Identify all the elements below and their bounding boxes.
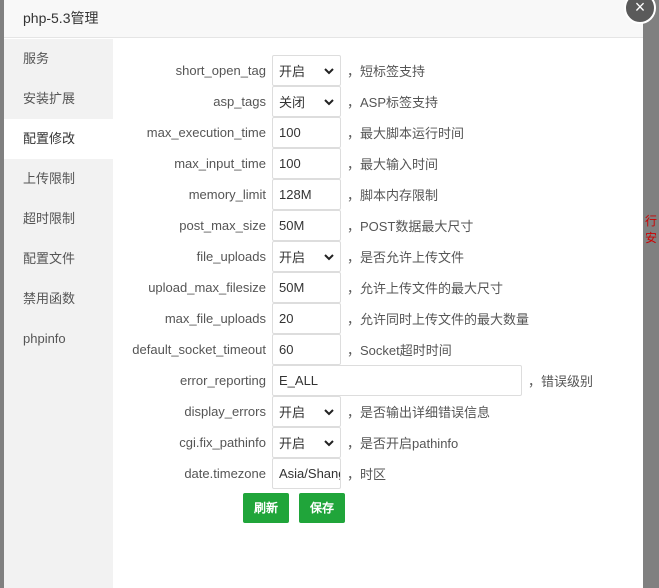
setting-description: ，Socket超时时间 [347,343,452,358]
setting-label: default_socket_timeout [132,342,266,357]
dialog-title: php-5.3管理 [4,0,643,38]
save-button[interactable]: 保存 [299,493,345,523]
chevron-down-icon [324,68,334,75]
setting-description: ，是否允许上传文件 [347,250,465,265]
sidebar-nav: 服务 安装扩展 配置修改 上传限制 超时限制 配置文件 禁用函数 phpinfo [4,39,113,588]
background-warning-text: 行安 [645,214,658,245]
display-errors-select[interactable]: 开启 [272,396,341,427]
background-page-right [643,0,659,588]
max-file-uploads-input[interactable]: 20 [272,303,341,334]
sidebar-item-timeout-limit[interactable]: 超时限制 [4,199,113,239]
php-manage-dialog: php-5.3管理 服务 安装扩展 配置修改 上传限制 超时限制 配置文件 禁用… [4,0,643,588]
setting-label: max_file_uploads [164,311,266,326]
setting-description: ，POST数据最大尺寸 [347,219,474,234]
chevron-down-icon [324,99,334,106]
upload-max-filesize-input[interactable]: 50M [272,272,341,303]
setting-description: ，脚本内存限制 [347,188,439,203]
sidebar-item-install-extension[interactable]: 安装扩展 [4,79,113,119]
error-reporting-input[interactable]: E_ALL [272,365,522,396]
setting-row: cgi.fix_pathinfo 开启 ，是否开启pathinfo [113,427,458,458]
chevron-down-icon [324,254,334,261]
setting-label: asp_tags [213,94,266,109]
asp-tags-select[interactable]: 关闭 [272,86,341,117]
sidebar-item-config-edit[interactable]: 配置修改 [4,119,113,159]
setting-row: date.timezone Asia/Shanghai ，时区 [113,458,386,489]
sidebar-item-service[interactable]: 服务 [4,39,113,79]
max-input-time-input[interactable]: 100 [272,148,341,179]
setting-description: ，最大输入时间 [347,157,439,172]
file-uploads-select[interactable]: 开启 [272,241,341,272]
setting-description: ，允许同时上传文件的最大数量 [347,312,530,327]
setting-description: ，允许上传文件的最大尺寸 [347,281,504,296]
refresh-button[interactable]: 刷新 [243,493,289,523]
setting-description: ，ASP标签支持 [347,95,439,110]
setting-description: ，时区 [347,467,387,482]
select-value: 开启 [279,250,306,265]
setting-label: max_input_time [174,156,266,171]
setting-row: short_open_tag 开启 ，短标签支持 [113,55,425,86]
date-timezone-input[interactable]: Asia/Shanghai [272,458,341,489]
setting-label: post_max_size [179,218,266,233]
setting-row: max_input_time 100 ，最大输入时间 [113,148,438,179]
setting-row: default_socket_timeout 60 ，Socket超时时间 [113,334,452,365]
short-open-tag-select[interactable]: 开启 [272,55,341,86]
setting-label: upload_max_filesize [148,280,266,295]
setting-label: cgi.fix_pathinfo [179,435,266,450]
select-value: 开启 [279,64,306,79]
cgi-fix-pathinfo-select[interactable]: 开启 [272,427,341,458]
sidebar-item-upload-limit[interactable]: 上传限制 [4,159,113,199]
setting-description: ，是否输出详细错误信息 [347,405,491,420]
setting-description: ，最大脚本运行时间 [347,126,465,141]
sidebar-item-disabled-functions[interactable]: 禁用函数 [4,279,113,319]
setting-label: max_execution_time [146,125,266,140]
setting-row: upload_max_filesize 50M ，允许上传文件的最大尺寸 [113,272,503,303]
setting-description: ，是否开启pathinfo [347,436,459,451]
setting-label: memory_limit [188,187,266,202]
setting-label: file_uploads [196,249,266,264]
config-form: short_open_tag 开启 ，短标签支持 asp_tags 关闭 ，AS… [113,39,643,588]
chevron-down-icon [324,409,334,416]
setting-label: short_open_tag [175,63,266,78]
setting-label: display_errors [184,404,266,419]
setting-row: display_errors 开启 ，是否输出详细错误信息 [113,396,490,427]
setting-label: date.timezone [184,466,266,481]
sidebar-item-phpinfo[interactable]: phpinfo [4,319,113,359]
setting-row: memory_limit 128M ，脚本内存限制 [113,179,438,210]
select-value: 关闭 [279,95,306,110]
memory-limit-input[interactable]: 128M [272,179,341,210]
setting-row: asp_tags 关闭 ，ASP标签支持 [113,86,438,117]
setting-row: file_uploads 开启 ，是否允许上传文件 [113,241,464,272]
setting-row: max_execution_time 100 ，最大脚本运行时间 [113,117,464,148]
setting-row: post_max_size 50M ，POST数据最大尺寸 [113,210,473,241]
setting-description: ，错误级别 [528,374,594,389]
post-max-size-input[interactable]: 50M [272,210,341,241]
setting-row: max_file_uploads 20 ，允许同时上传文件的最大数量 [113,303,529,334]
select-value: 开启 [279,436,306,451]
chevron-down-icon [324,440,334,447]
default-socket-timeout-input[interactable]: 60 [272,334,341,365]
max-execution-time-input[interactable]: 100 [272,117,341,148]
setting-label: error_reporting [180,373,266,388]
select-value: 开启 [279,405,306,420]
setting-description: ，短标签支持 [347,64,426,79]
sidebar-item-config-file[interactable]: 配置文件 [4,239,113,279]
setting-row: error_reporting E_ALL ，错误级别 [113,365,593,396]
